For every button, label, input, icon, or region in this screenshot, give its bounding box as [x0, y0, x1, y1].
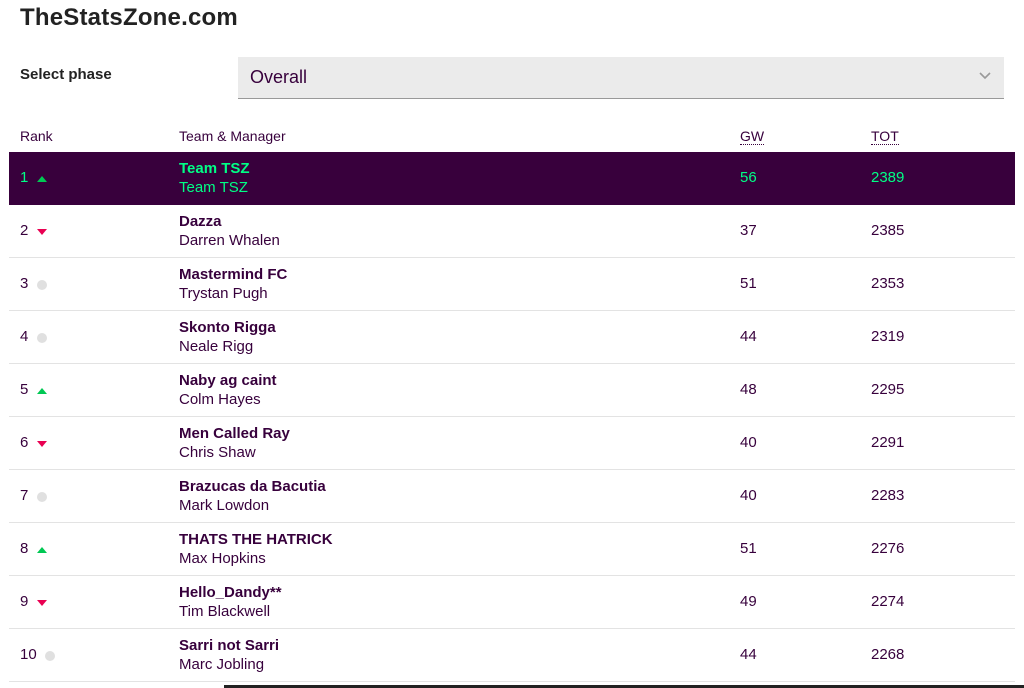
team-name-link[interactable]: Sarri not Sarri: [179, 637, 279, 654]
circle-icon: [37, 333, 47, 343]
rank-value: 9: [20, 593, 29, 610]
rank-value: 5: [20, 381, 29, 398]
table-row[interactable]: 9 Hello_Dandy** Tim Blackwell 49 2274: [9, 576, 1015, 629]
table-row[interactable]: 7 Brazucas da Bacutia Mark Lowdon 40 2283: [9, 470, 1015, 523]
gameweek-points: 37: [740, 222, 757, 239]
chevron-down-icon: [979, 72, 991, 80]
manager-name: Tim Blackwell: [179, 603, 271, 620]
team-name-link[interactable]: Men Called Ray: [179, 425, 290, 442]
total-points: 2319: [871, 328, 905, 345]
rank-value: 1: [20, 169, 29, 186]
total-points: 2353: [871, 275, 905, 292]
triangle-down-icon: [37, 600, 47, 606]
gameweek-points: 51: [740, 275, 757, 292]
manager-name: Mark Lowdon: [179, 497, 270, 514]
total-points: 2389: [871, 169, 905, 186]
table-row[interactable]: 6 Men Called Ray Chris Shaw 40 2291: [9, 417, 1015, 470]
gameweek-points: 51: [740, 540, 757, 557]
manager-name: Trystan Pugh: [179, 285, 268, 302]
triangle-up-icon: [37, 176, 47, 182]
gameweek-points: 48: [740, 381, 757, 398]
table-row[interactable]: 3 Mastermind FC Trystan Pugh 51 2353: [9, 258, 1015, 311]
circle-icon: [45, 651, 55, 661]
standings-table: 1 Team TSZ Team TSZ 56 2389 2 Dazza Darren Whal…: [9, 152, 1015, 682]
rank-value: 6: [20, 434, 29, 451]
team-name-link[interactable]: THATS THE HATRICK: [179, 531, 333, 548]
table-row[interactable]: 10 Sarri not Sarri Marc Jobling 44 2268: [9, 629, 1015, 682]
triangle-down-icon: [37, 441, 47, 447]
circle-icon: [37, 280, 47, 290]
triangle-down-icon: [37, 229, 47, 235]
table-row[interactable]: 5 Naby ag caint Colm Hayes 48 2295: [9, 364, 1015, 417]
table-row[interactable]: 4 Skonto Rigga Neale Rigg 44 2319: [9, 311, 1015, 364]
rank-value: 2: [20, 222, 29, 239]
manager-name: Neale Rigg: [179, 338, 254, 355]
phase-select[interactable]: Overall: [238, 57, 1004, 99]
team-name-link[interactable]: Dazza: [179, 213, 222, 230]
table-row[interactable]: 2 Dazza Darren Whalen 37 2385: [9, 205, 1015, 258]
table-header: Rank Team & Manager GW TOT: [0, 128, 1024, 148]
header-team-manager: Team & Manager: [179, 128, 286, 144]
triangle-up-icon: [37, 547, 47, 553]
team-name-link[interactable]: Mastermind FC: [179, 266, 287, 283]
manager-name: Colm Hayes: [179, 391, 261, 408]
team-name-link[interactable]: Team TSZ: [179, 160, 250, 177]
header-gw[interactable]: GW: [740, 128, 765, 145]
rank-value: 3: [20, 275, 29, 292]
team-name-link[interactable]: Naby ag caint: [179, 372, 277, 389]
gameweek-points: 44: [740, 646, 757, 663]
header-rank: Rank: [20, 128, 53, 144]
manager-name: Chris Shaw: [179, 444, 256, 461]
team-name-link[interactable]: Skonto Rigga: [179, 319, 276, 336]
team-name-link[interactable]: Hello_Dandy**: [179, 584, 282, 601]
gameweek-points: 40: [740, 434, 757, 451]
site-title: TheStatsZone.com: [20, 4, 238, 31]
gameweek-points: 49: [740, 593, 757, 610]
gameweek-points: 44: [740, 328, 757, 345]
team-name-link[interactable]: Brazucas da Bacutia: [179, 478, 326, 495]
table-row[interactable]: 1 Team TSZ Team TSZ 56 2389: [9, 152, 1015, 205]
total-points: 2283: [871, 487, 905, 504]
table-row[interactable]: 8 THATS THE HATRICK Max Hopkins 51 2276: [9, 523, 1015, 576]
triangle-up-icon: [37, 388, 47, 394]
total-points: 2268: [871, 646, 905, 663]
header-tot[interactable]: TOT: [871, 128, 899, 145]
total-points: 2295: [871, 381, 905, 398]
manager-name: Max Hopkins: [179, 550, 266, 567]
total-points: 2291: [871, 434, 905, 451]
circle-icon: [37, 492, 47, 502]
manager-name: Darren Whalen: [179, 232, 280, 249]
total-points: 2276: [871, 540, 905, 557]
rank-value: 10: [20, 646, 37, 663]
phase-label: Select phase: [20, 66, 112, 83]
total-points: 2385: [871, 222, 905, 239]
gameweek-points: 56: [740, 169, 757, 186]
manager-name: Marc Jobling: [179, 656, 265, 673]
manager-name: Team TSZ: [179, 179, 248, 196]
rank-value: 8: [20, 540, 29, 557]
total-points: 2274: [871, 593, 905, 610]
phase-select-value: Overall: [250, 67, 308, 87]
rank-value: 7: [20, 487, 29, 504]
rank-value: 4: [20, 328, 29, 345]
gameweek-points: 40: [740, 487, 757, 504]
